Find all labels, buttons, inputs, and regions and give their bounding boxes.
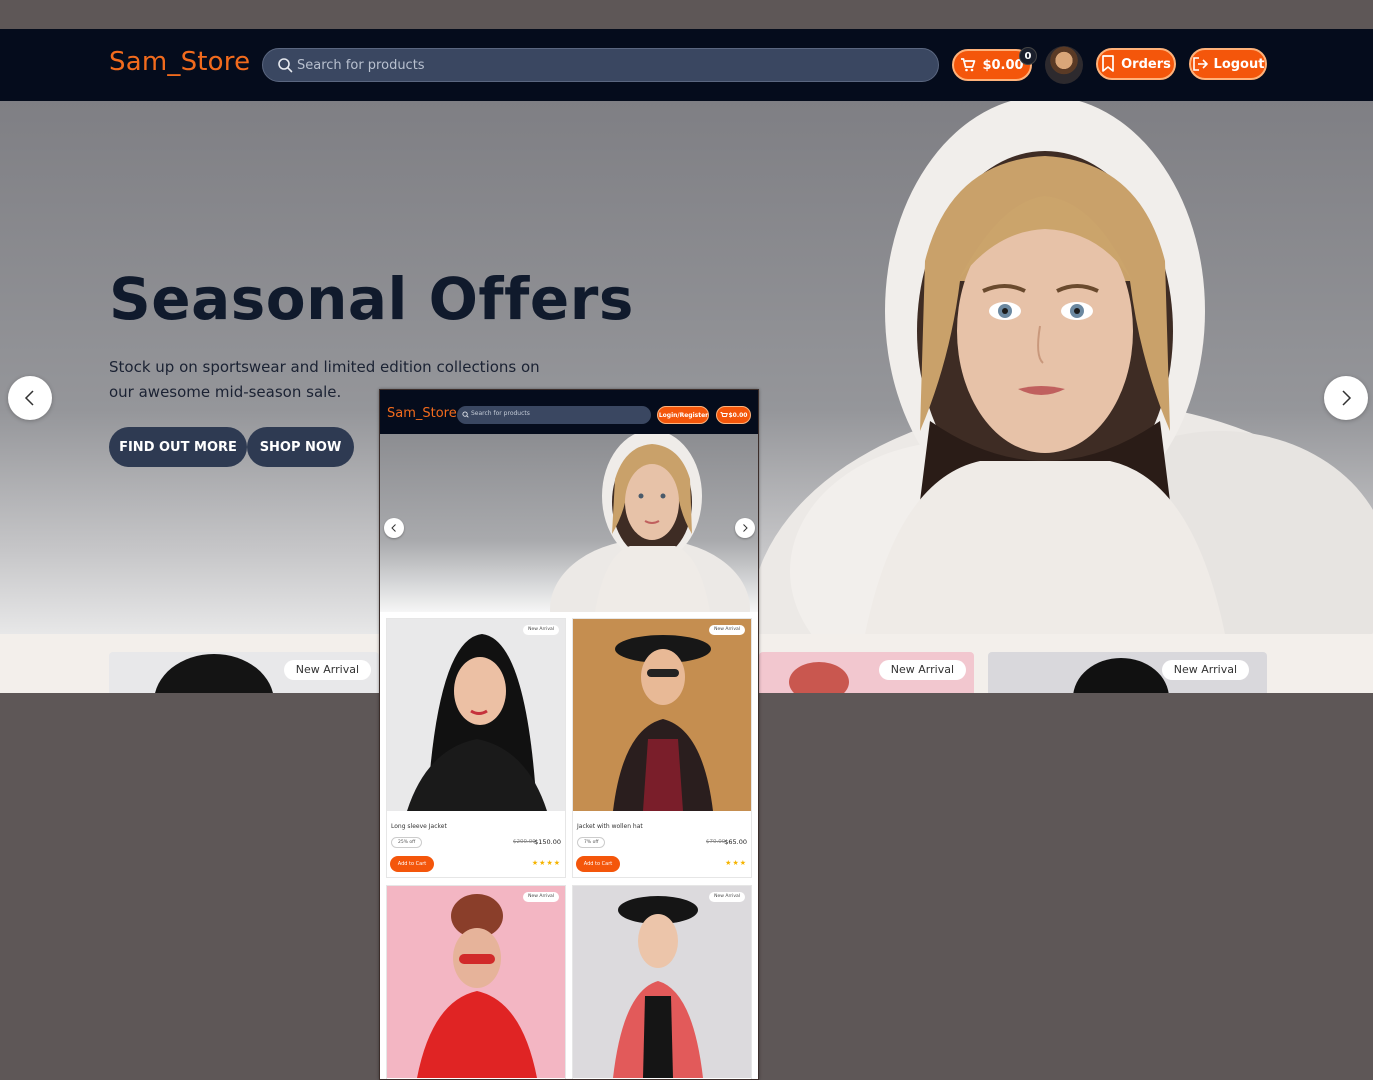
new-arrival-tag: New Arrival	[709, 625, 745, 635]
new-arrival-tag: New Arrival	[283, 660, 371, 680]
mobile-navbar: Sam_Store Search for products Login/Regi…	[380, 390, 758, 434]
add-to-cart-button[interactable]: Add to Cart	[390, 856, 434, 872]
old-price: $70.00	[706, 839, 726, 845]
shop-now-button[interactable]: SHOP NOW	[247, 427, 354, 467]
product-name: Long sleeve Jacket	[391, 823, 447, 830]
search-bar[interactable]	[262, 48, 939, 82]
mobile-hero-banner	[380, 434, 758, 612]
discount-badge: 7% off	[577, 837, 606, 848]
mobile-product-card[interactable]: New Arrival	[386, 885, 566, 1079]
rating-stars: ★★★	[725, 859, 747, 867]
new-arrival-tag: New Arrival	[523, 892, 559, 902]
mobile-cart-total: $0.00	[728, 411, 748, 419]
orders-label: Orders	[1121, 56, 1171, 72]
mobile-store-logo[interactable]: Sam_Store	[387, 406, 457, 421]
rating-stars: ★★★★	[531, 859, 561, 867]
hero-title: Seasonal Offers	[109, 265, 634, 333]
product-card[interactable]: New Arrival	[759, 652, 974, 693]
mobile-preview: Sam_Store Search for products Login/Regi…	[379, 389, 759, 1080]
navbar: Sam_Store $0.00 0 Orders	[0, 29, 1373, 101]
cart-total: $0.00	[982, 57, 1024, 73]
add-to-cart-button[interactable]: Add to Cart	[576, 856, 620, 872]
new-arrival-tag: New Arrival	[523, 625, 559, 635]
product-image	[573, 619, 751, 811]
mobile-carousel-next-button[interactable]	[735, 518, 755, 538]
store-logo[interactable]: Sam_Store	[109, 47, 250, 77]
new-arrival-tag: New Arrival	[878, 660, 966, 680]
chevron-right-icon	[743, 524, 748, 532]
logout-icon	[1192, 57, 1208, 71]
find-out-more-button[interactable]: FIND OUT MORE	[109, 427, 247, 467]
mobile-login-label: Login/Register	[658, 411, 709, 419]
carousel-prev-button[interactable]	[8, 376, 52, 420]
new-arrival-tag: New Arrival	[709, 892, 745, 902]
product-card[interactable]: New Arrival	[988, 652, 1267, 693]
avatar[interactable]	[1045, 46, 1083, 84]
carousel-next-button[interactable]	[1324, 376, 1368, 420]
search-input[interactable]	[297, 53, 917, 77]
product-image	[573, 886, 751, 1078]
old-price: $200.00	[513, 839, 536, 845]
mobile-search-bar[interactable]: Search for products	[457, 406, 651, 424]
mobile-carousel-prev-button[interactable]	[384, 518, 404, 538]
orders-button[interactable]: Orders	[1096, 48, 1176, 80]
mobile-hero-image	[550, 434, 750, 612]
mobile-search-placeholder: Search for products	[471, 410, 530, 417]
product-image	[387, 619, 565, 811]
cart-icon	[720, 411, 728, 417]
discount-badge: 25% off	[391, 837, 423, 848]
search-icon	[462, 411, 469, 418]
logout-label: Logout	[1213, 56, 1265, 72]
mobile-product-card[interactable]: New Arrival Long sleeve Jacket 25% off $…	[386, 618, 566, 878]
hero-model-image	[750, 101, 1373, 663]
product-image	[387, 886, 565, 1078]
product-price: $150.00	[534, 838, 561, 846]
product-price: $65.00	[724, 838, 747, 846]
product-name: Jacket with wollen hat	[577, 823, 643, 830]
mobile-product-card[interactable]: New Arrival Jacket with wollen hat 7% of…	[572, 618, 752, 878]
mobile-product-card[interactable]: New Arrival	[572, 885, 752, 1079]
search-icon	[278, 58, 293, 73]
chevron-left-icon	[391, 524, 396, 532]
logout-button[interactable]: Logout	[1189, 48, 1267, 80]
mobile-cart-button[interactable]: $0.00	[716, 406, 751, 424]
product-card[interactable]: New Arrival	[109, 652, 379, 693]
mobile-login-button[interactable]: Login/Register	[657, 406, 709, 424]
bookmark-icon	[1102, 55, 1114, 72]
chevron-right-icon	[1342, 390, 1352, 406]
cart-icon	[961, 58, 976, 72]
cart-count-badge: 0	[1019, 47, 1037, 65]
chevron-left-icon	[24, 390, 34, 406]
new-arrival-tag: New Arrival	[1161, 660, 1249, 680]
